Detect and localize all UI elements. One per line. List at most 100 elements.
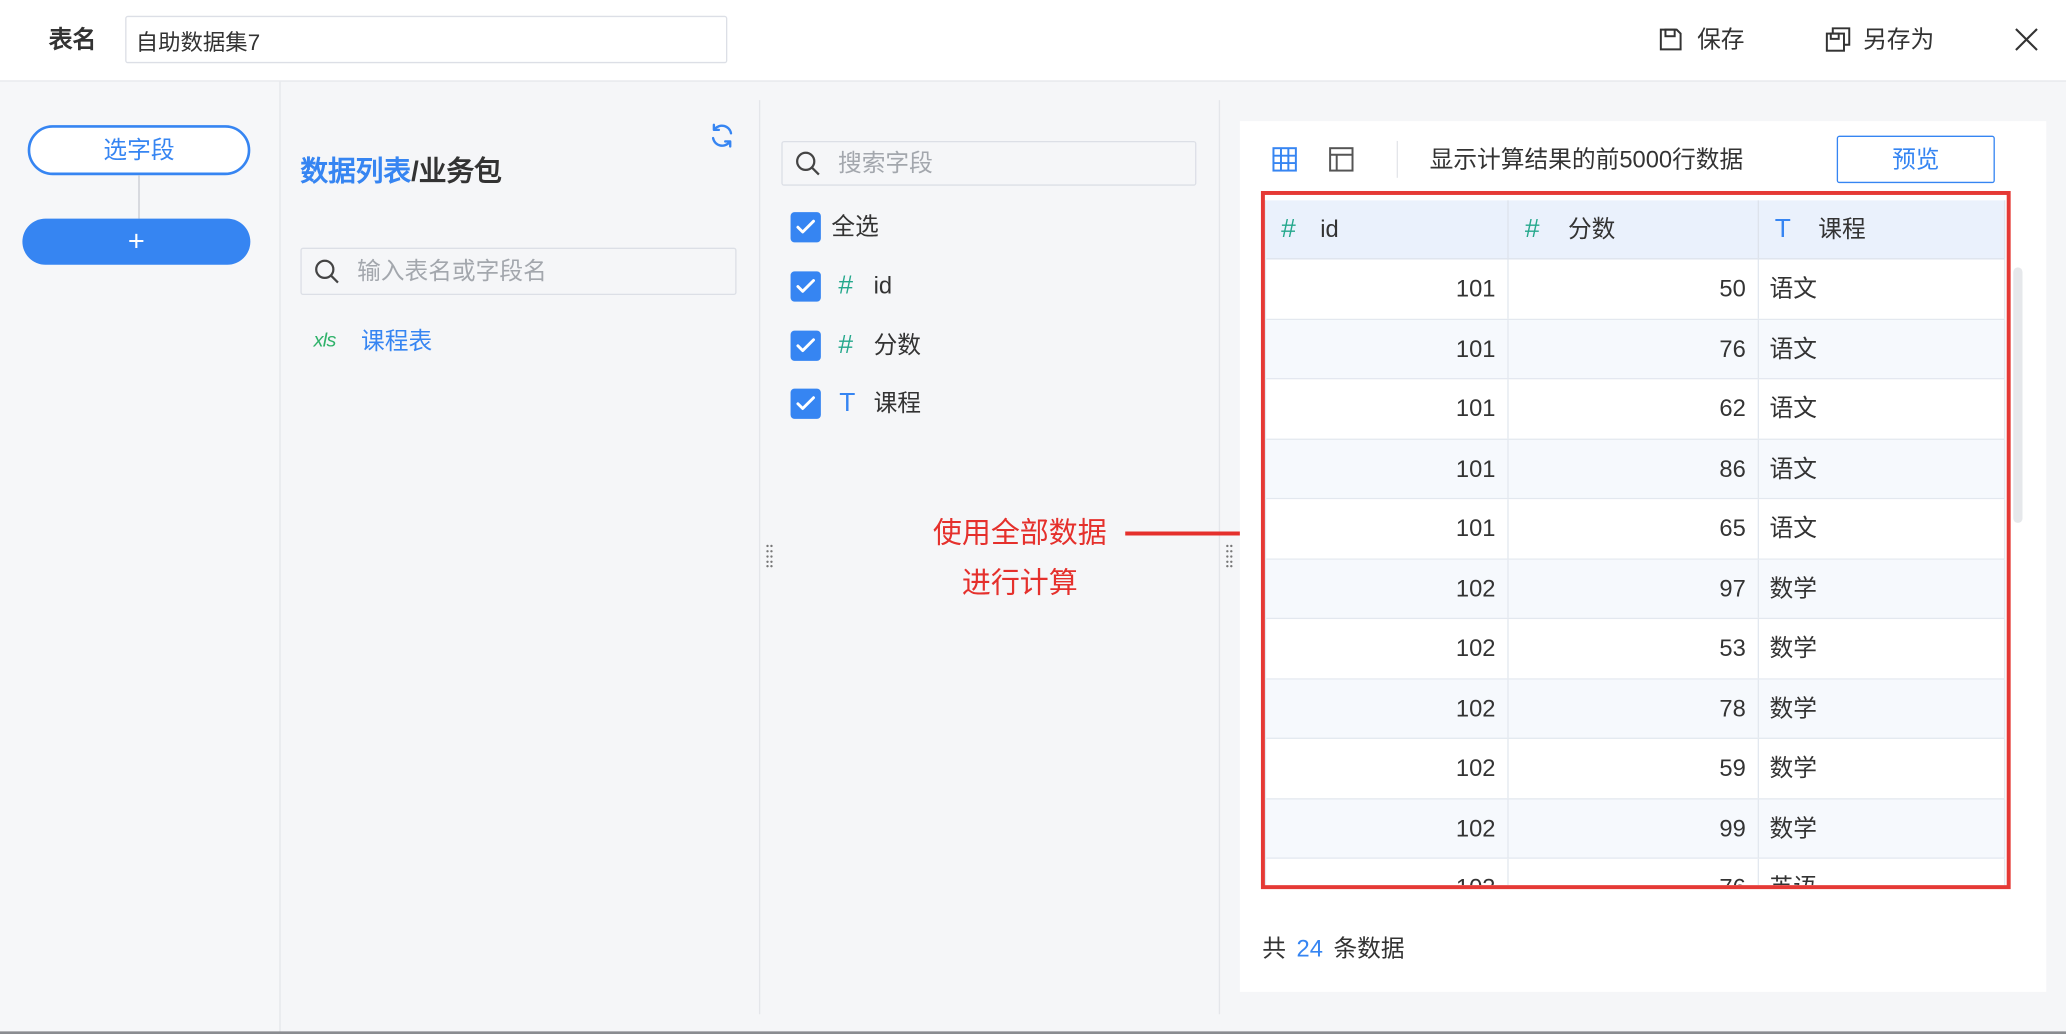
column-header-course[interactable]: T 课程 xyxy=(1759,200,2006,259)
save-as-button[interactable]: 另存为 xyxy=(1822,20,1943,60)
table-row: 101 62 语文 xyxy=(1266,379,2006,440)
annotation-line-2: 进行计算 xyxy=(961,566,1078,600)
table-row: 101 65 语文 xyxy=(1266,499,2006,560)
field-name: 课程 xyxy=(873,389,922,417)
table-cell: 语文 xyxy=(1759,379,2006,438)
number-type-icon: # xyxy=(837,271,853,301)
table-cell: 62 xyxy=(1509,379,1759,438)
row-count-footer: 共 24 条数据 xyxy=(1262,929,1404,969)
table-cell: 102 xyxy=(1266,679,1509,738)
refresh-icon[interactable] xyxy=(709,122,735,148)
table-cell: 65 xyxy=(1509,499,1759,558)
data-list-tab[interactable]: 数据列表 xyxy=(300,157,411,187)
text-type-icon: T xyxy=(839,388,856,418)
total-suffix: 条数据 xyxy=(1333,935,1405,962)
field-selection-panel: 全选 # id # 分数 T 课程 xyxy=(760,82,1219,1034)
data-list-panel: 数据列表/业务包 xls 课程表 xyxy=(282,82,759,1034)
field-name: 分数 xyxy=(873,331,922,359)
annotation-line-1: 使用全部数据 xyxy=(932,516,1107,550)
table-cell: 数学 xyxy=(1759,619,2006,678)
panel-divider xyxy=(1218,100,1221,1015)
table-cell: 76 xyxy=(1509,319,1759,379)
top-bar: 表名 保存 另存为 xyxy=(0,0,2066,82)
close-icon[interactable] xyxy=(2012,25,2041,54)
step-connector xyxy=(138,175,140,219)
table-cell: 101 xyxy=(1266,259,1509,319)
table-cell: 102 xyxy=(1266,798,1509,858)
select-all-checkbox[interactable] xyxy=(790,211,821,242)
add-step-button[interactable]: + xyxy=(22,218,251,265)
table-cell: 53 xyxy=(1509,619,1759,678)
table-cell: 102 xyxy=(1266,619,1509,678)
number-type-icon: # xyxy=(1524,214,1540,244)
table-cell: 数学 xyxy=(1759,738,2006,798)
preview-button[interactable]: 预览 xyxy=(1836,135,1995,184)
table-body: 101 50 语文 101 76 语文 101 62 语文 101 86 语文 101 65 语文 102 97… xyxy=(1266,259,2006,886)
table-cell: 59 xyxy=(1509,738,1759,798)
field-row-course[interactable]: T 课程 xyxy=(790,383,1186,423)
table-cell: 语文 xyxy=(1759,319,2006,379)
self-service-dataset-editor: 表名 保存 另存为 选字段 + 数据列表/业务包 xyxy=(0,0,2066,1034)
table-cell: 50 xyxy=(1509,259,1759,319)
save-label: 保存 xyxy=(1697,26,1745,53)
table-cell: 97 xyxy=(1509,559,1759,618)
field-checkbox[interactable] xyxy=(790,387,821,419)
column-header-score[interactable]: # 分数 xyxy=(1509,200,1759,259)
table-cell: 99 xyxy=(1509,798,1759,858)
table-cell: 101 xyxy=(1266,379,1509,438)
table-cell: 数学 xyxy=(1759,679,2006,738)
number-type-icon: # xyxy=(837,330,853,360)
table-row: 102 97 数学 xyxy=(1266,559,2006,620)
table-cell: 101 xyxy=(1266,499,1509,558)
column-header-label: id xyxy=(1320,216,1339,243)
select-all-label: 全选 xyxy=(831,213,879,240)
resize-handle-icon[interactable] xyxy=(1225,544,1233,568)
column-header-label: 分数 xyxy=(1567,216,1616,243)
save-icon xyxy=(1658,26,1684,52)
table-search-input[interactable] xyxy=(357,248,726,294)
toolbar-divider xyxy=(1396,140,1398,178)
column-header-id[interactable]: # id xyxy=(1266,200,1509,259)
field-search-input[interactable] xyxy=(837,142,1188,185)
table-name: 课程表 xyxy=(361,327,433,355)
preview-table: # id # 分数 T 课程 101 50 语文 101 76 语文 101 62 语文 101 8… xyxy=(1264,200,2006,886)
total-prefix: 共 xyxy=(1262,935,1286,962)
table-cell: 语文 xyxy=(1759,499,2006,558)
list-item-table[interactable]: xls 课程表 xyxy=(314,324,578,358)
table-cell: 86 xyxy=(1509,439,1759,498)
number-type-icon: # xyxy=(1280,214,1296,244)
table-cell: 102 xyxy=(1266,559,1509,618)
table-name-label: 表名 xyxy=(48,26,97,53)
save-as-icon xyxy=(1825,26,1851,52)
xls-file-icon: xls xyxy=(313,329,337,352)
table-row: 102 53 数学 xyxy=(1266,619,2006,680)
table-cell: 语文 xyxy=(1759,259,2006,319)
field-checkbox[interactable] xyxy=(790,329,821,361)
select-all-row[interactable]: 全选 xyxy=(790,207,1186,247)
table-search-box xyxy=(300,247,737,296)
step-sidebar: 选字段 + xyxy=(0,81,281,1034)
field-row-score[interactable]: # 分数 xyxy=(790,325,1186,365)
table-cell: 101 xyxy=(1266,319,1509,379)
select-fields-step-button[interactable]: 选字段 xyxy=(27,125,251,176)
table-header: # id # 分数 T 课程 xyxy=(1266,200,2006,260)
grid-view-icon[interactable] xyxy=(1271,146,1297,172)
table-row: 101 86 语文 xyxy=(1266,439,2006,500)
table-cell: 102 xyxy=(1266,738,1509,798)
table-cell: 103 xyxy=(1266,858,1509,886)
business-package-tab[interactable]: /业务包 xyxy=(411,157,502,187)
preview-info-text: 显示计算结果的前5000行数据 xyxy=(1429,146,1744,173)
table-scrollbar[interactable] xyxy=(2013,267,2023,523)
field-search-box xyxy=(781,140,1197,186)
total-count: 24 xyxy=(1296,935,1323,962)
table-cell: 76 xyxy=(1509,858,1759,886)
search-icon xyxy=(795,150,821,176)
table-row: 102 78 数学 xyxy=(1266,679,2006,739)
search-icon xyxy=(314,258,340,284)
table-name-input[interactable] xyxy=(125,15,728,64)
save-button[interactable]: 保存 xyxy=(1655,20,1753,60)
layout-view-icon[interactable] xyxy=(1328,146,1354,172)
table-cell: 数学 xyxy=(1759,559,2006,618)
field-checkbox[interactable] xyxy=(790,270,821,301)
field-row-id[interactable]: # id xyxy=(790,266,1186,306)
